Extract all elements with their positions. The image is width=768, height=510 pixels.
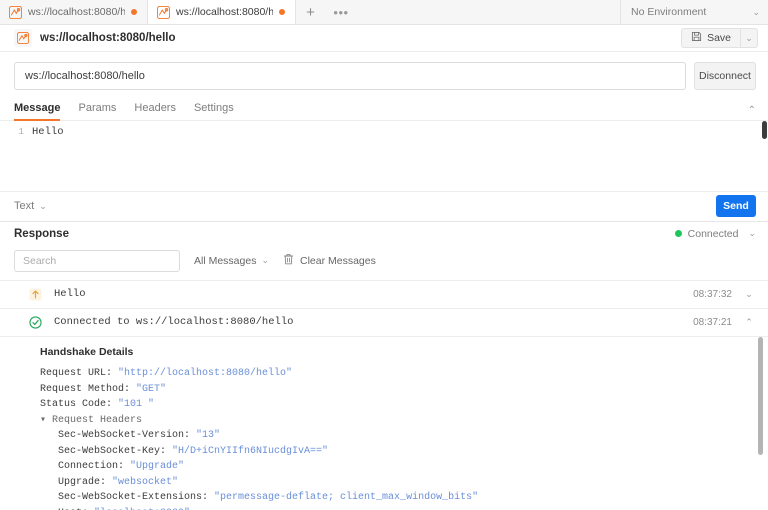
chevron-down-icon[interactable]: ⌄ [744,289,754,300]
tab-settings[interactable]: Settings [194,102,234,120]
chevron-down-icon: ⌄ [752,6,760,17]
search-placeholder: Search [23,254,57,267]
header-value: "H/D+iCnYIIfn6NIucdgIvA==" [172,445,329,457]
tab-params[interactable]: Params [78,102,116,120]
environment-selector[interactable]: No Environment ⌄ [620,0,768,25]
header-key: Sec-WebSocket-Version: [58,430,197,442]
clear-messages-label: Clear Messages [300,254,376,267]
collapse-panel-icon[interactable]: ⌃ [748,105,756,120]
message-editor[interactable]: 1 Hello [0,120,768,191]
handshake-key: Request URL: [40,368,119,380]
check-circle-icon [28,315,42,329]
handshake-value: "GET" [136,383,167,395]
save-options-button[interactable]: ⌄ [740,28,758,49]
unsaved-dot [131,9,137,16]
request-header-item: Sec-WebSocket-Version: "13" [40,428,754,444]
message-list-scrollbar[interactable] [758,336,763,455]
clear-messages-button[interactable]: Clear Messages [283,253,376,268]
status-label: Connected [687,227,739,240]
tab-headers[interactable]: Headers [134,102,176,120]
new-tab-button[interactable]: + [296,0,326,24]
chevron-down-icon: ⌄ [261,255,269,266]
disconnect-button[interactable]: Disconnect [694,62,756,91]
environment-label: No Environment [631,6,707,19]
request-tabs: Message Params Headers Settings ⌃ [0,99,768,121]
url-input-value: ws://localhost:8080/hello [25,70,145,83]
postman-websocket-window: ws://localhost:8080/he ws://localhost:80… [0,0,768,510]
header-key: Upgrade: [58,476,113,488]
line-number: 1 [18,125,24,137]
handshake-key: Status Code: [40,399,119,411]
response-header: Response Connected ⌄ [0,222,768,246]
request-header-item: Upgrade: "websocket" [40,475,754,491]
handshake-value: "http://localhost:8080/hello" [118,368,293,380]
header-key: Sec-WebSocket-Extensions: [58,492,215,504]
tab-overflow-menu-icon[interactable]: ••• [326,0,356,24]
chevron-up-icon[interactable]: ⌃ [744,317,754,328]
tab-label: ws://localhost:8080/he [176,6,273,19]
request-header-item: Connection: "Upgrade" [40,459,754,475]
search-input[interactable]: Search [14,249,180,272]
tab-message[interactable]: Message [14,102,61,121]
request-headers-group-toggle[interactable]: ▾ Request Headers [40,413,754,429]
request-tab-1[interactable]: ws://localhost:8080/he [0,0,148,25]
message-row-connected[interactable]: Connected to ws://localhost:8080/hello 0… [0,308,768,337]
editor-scrollbar[interactable] [762,120,767,139]
request-header-bar: ws://localhost:8080/hello Save ⌄ [0,25,768,53]
handshake-title: Handshake Details [40,345,134,358]
handshake-request-method: Request Method: "GET" [40,382,754,398]
handshake-status-code: Status Code: "101 " [40,397,754,413]
message-text: Hello [54,288,86,301]
send-bar: Text ⌄ Send [0,191,768,223]
message-type-filter[interactable]: All Messages ⌄ [194,255,269,267]
message-list: Hello 08:37:32 ⌄ Connected to ws://local… [0,279,768,510]
trash-icon [283,253,294,268]
websocket-icon [9,5,22,19]
message-type-filter-label: All Messages [194,254,257,267]
message-timestamp: 08:37:21 [693,316,732,328]
header-value: "13" [196,430,221,442]
page-title: ws://localhost:8080/hello [40,32,176,45]
header-key: Sec-WebSocket-Key: [58,445,173,457]
message-text: Connected to ws://localhost:8080/hello [54,316,294,329]
handshake-key: Request Method: [40,383,137,395]
save-button[interactable]: Save [681,28,740,49]
header-value: "Upgrade" [130,461,185,473]
tab-bar: ws://localhost:8080/he ws://localhost:80… [0,0,768,26]
response-title: Response [14,227,69,240]
unsaved-dot [279,9,285,16]
handshake-value: "101 " [118,399,155,411]
chevron-down-icon: ⌄ [39,200,47,211]
editor-gutter: 1 [0,121,32,191]
websocket-icon [14,29,32,48]
arrow-up-icon [28,287,42,301]
header-value: "websocket" [112,476,179,488]
message-row-sent[interactable]: Hello 08:37:32 ⌄ [0,280,768,309]
handshake-details: Handshake Details Request URL: "http://l… [0,336,768,510]
tabbar-spacer [356,0,620,24]
request-header-item: Sec-WebSocket-Key: "H/D+iCnYIIfn6NIucdgI… [40,444,754,460]
tab-label: ws://localhost:8080/he [28,6,125,19]
message-timestamp: 08:37:32 [693,288,732,300]
floppy-disk-icon [691,31,702,45]
header-key: Connection: [58,461,131,473]
message-filter-bar: Search All Messages ⌄ Clear Messages [0,245,768,280]
url-bar-row: ws://localhost:8080/hello Disconnect [0,52,768,100]
message-format-selector[interactable]: Text ⌄ [14,200,47,212]
websocket-icon [157,5,170,19]
status-dot-icon [674,230,682,238]
header-value: "permessage-deflate; client_max_window_b… [214,492,479,504]
save-button-label: Save [707,32,731,45]
collapse-response-icon[interactable]: ⌄ [748,229,756,238]
url-input[interactable]: ws://localhost:8080/hello [14,62,686,91]
request-header-item: Host: "localhost:8080" [40,506,754,510]
message-format-label: Text [14,200,35,213]
request-header-item: Sec-WebSocket-Extensions: "permessage-de… [40,490,754,506]
send-button[interactable]: Send [716,195,756,218]
handshake-request-url: Request URL: "http://localhost:8080/hell… [40,366,754,382]
connection-status-badge: Connected [674,227,739,240]
request-tab-2[interactable]: ws://localhost:8080/he [148,0,296,25]
editor-content[interactable]: Hello [32,121,768,191]
chevron-down-icon: ⌄ [745,32,753,43]
